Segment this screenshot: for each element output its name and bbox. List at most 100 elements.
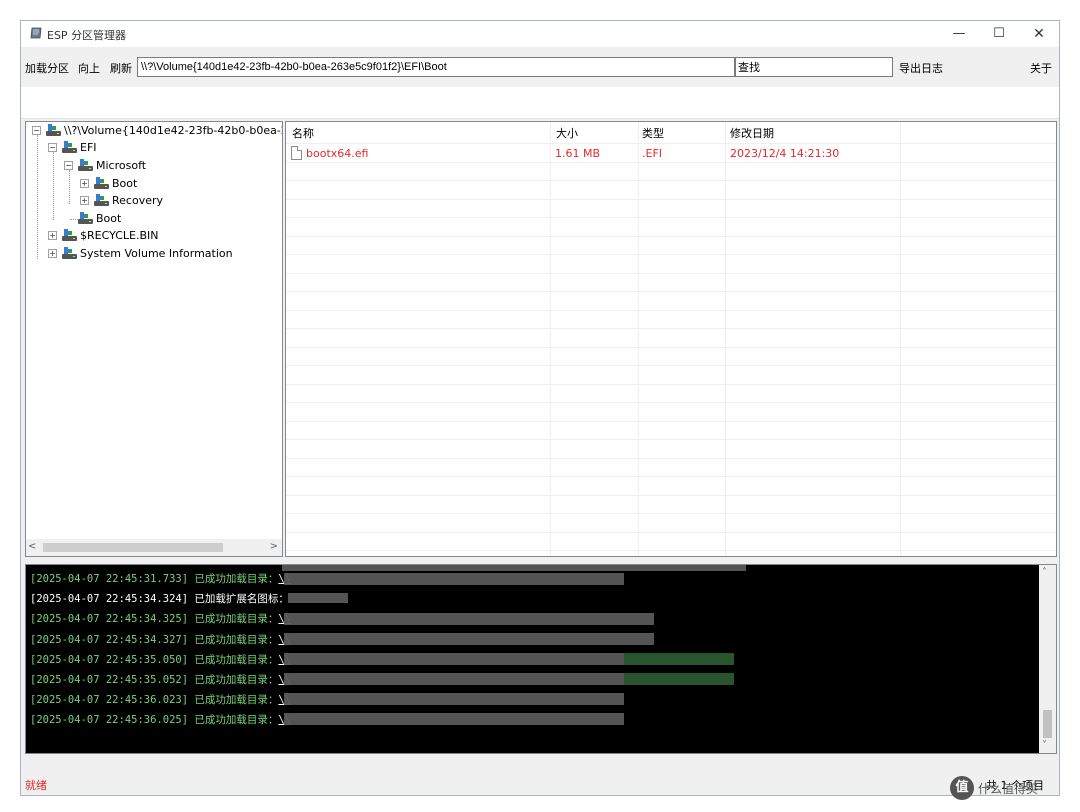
log-line: [2025-04-07 22:45:34.324] 已加载扩展名图标： [30,589,289,609]
log-message: 已成功加载目录： [194,573,279,585]
tree-guide [69,170,70,204]
tree-item-label: System Volume Information [80,247,233,260]
redacted-area [282,565,746,571]
column-header-size[interactable]: 大小 [556,125,578,141]
row-gridline [286,439,1056,440]
file-list[interactable]: 名称 大小 类型 修改日期 bootx64.efi 1.61 MB .EFI 2… [285,121,1057,557]
row-gridline [286,365,1056,366]
row-gridline [286,513,1056,514]
log-message: 已成功加载目录： [194,694,279,707]
drive-icon [94,194,109,207]
redacted-area [284,653,624,665]
scroll-right-icon[interactable]: > [270,541,278,552]
column-header-modified[interactable]: 修改日期 [730,125,774,141]
export-log-button[interactable]: 导出日志 [899,60,943,76]
row-gridline [286,457,1056,459]
log-timestamp: [2025-04-07 22:45:34.327] [30,633,189,646]
log-timestamp: [2025-04-07 22:45:35.050] [30,653,189,666]
tree-horizontal-scrollbar[interactable]: < > [26,539,282,556]
log-message: 已成功加载目录： [194,714,279,727]
scroll-left-icon[interactable]: < [28,541,36,552]
drive-icon [62,229,77,242]
drive-icon [78,159,93,172]
tree-item-label: \\?\Volume{140d1e42-23fb-42b0-b0ea-263 [64,124,283,137]
redacted-area [284,613,654,625]
expand-icon[interactable]: + [48,249,57,258]
file-modified: 2023/12/4 14:21:30 [730,147,840,160]
status-bar: 就绪 共 1 个项目 [21,773,1059,795]
column-divider [900,122,901,556]
expand-icon[interactable]: + [48,231,57,240]
drive-icon [46,124,61,137]
redacted-area [624,653,734,665]
path-input[interactable] [137,57,735,77]
tree-item-label: EFI [80,141,97,154]
row-gridline [286,217,1056,218]
row-gridline [286,420,1056,422]
file-name: bootx64.efi [306,147,369,160]
app-icon [30,27,42,39]
redacted-area [284,693,624,705]
row-gridline [286,402,1056,403]
collapse-icon[interactable]: − [32,126,41,135]
window-title: ESP 分区管理器 [47,29,127,42]
maximize-button[interactable]: ☐ [979,21,1019,47]
file-type: .EFI [642,147,663,160]
log-vertical-scrollbar[interactable]: ˄ ˅ [1039,565,1056,753]
log-timestamp: [2025-04-07 22:45:35.052] [30,674,189,686]
row-gridline [286,180,1056,181]
watermark-logo-icon: 值 [950,776,974,800]
close-button[interactable]: ✕ [1019,21,1059,47]
row-gridline [286,550,1056,551]
scroll-thumb[interactable] [1043,710,1052,738]
redacted-area [284,713,624,725]
about-button[interactable]: 关于 [1030,60,1052,76]
tree-item-label: $RECYCLE.BIN [80,229,159,242]
row-gridline [286,291,1056,292]
column-divider [725,122,726,556]
log-console[interactable]: [2025-04-07 22:45:31.733] 已成功加载目录：\\[202… [25,564,1057,754]
drive-icon [62,141,77,154]
row-gridline [286,383,1056,385]
log-line: [2025-04-07 22:45:35.050] 已成功加载目录：\\ [30,650,291,670]
file-size: 1.61 MB [555,147,601,160]
list-header: 名称 大小 类型 修改日期 [286,122,1056,144]
up-button[interactable]: 向上 [78,60,100,76]
scroll-down-icon[interactable]: ˅ [1042,740,1047,751]
load-partition-button[interactable]: 加载分区 [25,60,69,76]
file-icon [291,146,302,160]
tree-item-label: Recovery [112,194,164,207]
log-timestamp: [2025-04-07 22:45:31.733] [30,573,189,585]
scroll-up-icon[interactable]: ˄ [1042,567,1047,578]
app-window: ESP 分区管理器 — ☐ ✕ 加载分区 向上 刷新 导出日志 关于 − \\?… [20,20,1060,796]
scroll-thumb[interactable] [43,543,223,552]
collapse-icon[interactable]: − [48,143,57,152]
redacted-area [284,673,624,685]
list-row[interactable]: bootx64.efi 1.61 MB .EFI 2023/12/4 14:21… [286,144,1056,162]
folder-tree[interactable]: − \\?\Volume{140d1e42-23fb-42b0-b0ea-263… [25,121,283,557]
row-gridline [286,254,1056,255]
column-divider [550,122,551,556]
minimize-button[interactable]: — [939,21,979,47]
collapse-icon[interactable]: − [64,161,73,170]
log-message: 已成功加载目录： [194,653,279,666]
log-message: 已加载扩展名图标： [194,593,289,606]
search-input[interactable] [735,57,893,77]
redacted-area [288,593,348,603]
drive-icon [94,177,109,190]
row-gridline [286,198,1056,200]
row-gridline [286,328,1056,329]
title-bar: ESP 分区管理器 — ☐ ✕ [21,21,1059,47]
redacted-area [284,633,654,645]
tree-guide [70,219,78,220]
column-header-type[interactable]: 类型 [642,125,664,141]
drive-icon [78,212,93,225]
log-message: 已成功加载目录： [194,613,279,626]
column-header-name[interactable]: 名称 [292,125,314,141]
log-line: [2025-04-07 22:45:34.327] 已成功加载目录：\\ [30,630,291,650]
log-timestamp: [2025-04-07 22:45:34.325] [30,613,189,626]
expand-icon[interactable]: + [80,196,89,205]
refresh-button[interactable]: 刷新 [110,60,132,76]
tree-guide [37,135,38,259]
expand-icon[interactable]: + [80,179,89,188]
